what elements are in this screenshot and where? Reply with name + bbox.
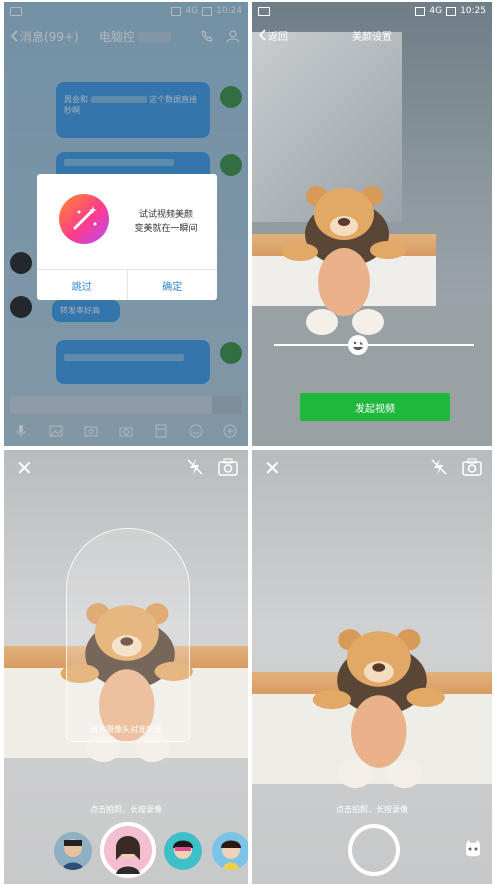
confirm-button[interactable]: 确定 xyxy=(128,270,218,300)
beauty-title: 美颜设置 xyxy=(352,31,392,43)
face-filter-preview xyxy=(116,836,140,874)
notification-icon xyxy=(258,6,270,16)
dialog-line-2: 变美就在一瞬间 xyxy=(134,224,198,234)
smiley-icon xyxy=(353,341,364,350)
shutter-button[interactable] xyxy=(348,824,400,876)
beauty-prompt-dialog: 试试视频美颜 变美就在一瞬间 跳过 确定 xyxy=(37,174,217,300)
filter-item[interactable] xyxy=(54,832,92,870)
capture-hint: 点击拍照，长按录像 xyxy=(336,805,408,814)
dialog-line-1: 试试视频美颜 xyxy=(138,210,193,220)
start-video-button[interactable]: 发起视频 xyxy=(300,393,450,421)
skip-button[interactable]: 跳过 xyxy=(37,270,128,300)
capture-hint: 点击拍照，长按录像 xyxy=(90,805,162,814)
close-icon[interactable]: ✕ xyxy=(16,458,33,478)
beauty-header: 美颜设置 返回 xyxy=(252,20,492,50)
magic-wand-icon xyxy=(59,194,109,244)
shutter-button[interactable] xyxy=(100,822,156,878)
filter-item[interactable] xyxy=(164,832,202,870)
filter-item[interactable] xyxy=(212,832,248,870)
flash-off-icon[interactable] xyxy=(186,458,204,476)
network-label: 4G xyxy=(429,6,443,16)
switch-camera-icon[interactable] xyxy=(462,458,482,476)
camera-toolbar: ✕ xyxy=(252,450,492,484)
close-icon[interactable]: ✕ xyxy=(264,458,281,478)
camera-toolbar: ✕ xyxy=(4,450,248,484)
switch-camera-icon[interactable] xyxy=(218,458,238,476)
flash-off-icon[interactable] xyxy=(430,458,448,476)
beauty-slider-track[interactable] xyxy=(274,344,474,346)
battery-icon xyxy=(446,6,457,16)
teddy-bear xyxy=(282,186,406,335)
chat-screen: 4G 10:24 消息(99+) 电脑控 周会和 这个数据直接秒啊 转发率好高 xyxy=(4,2,248,446)
teddy-bear xyxy=(312,629,445,789)
beauty-settings-screen: 4G 10:25 美颜设置 返回 发起视频 xyxy=(252,2,492,446)
face-filter-icon[interactable] xyxy=(462,838,484,860)
status-time: 10:25 xyxy=(460,6,486,16)
alarm-icon xyxy=(415,6,426,16)
camera-filter-screen: 请将摄像头对准脸部 ✕ 点击拍照，长按录像 xyxy=(4,450,248,884)
face-guide-frame xyxy=(66,528,190,742)
beauty-slider-knob[interactable] xyxy=(348,335,368,355)
face-filter-strip xyxy=(4,822,248,878)
status-bar: 4G 10:25 xyxy=(252,2,492,20)
face-hint: 请将摄像头对准脸部 xyxy=(90,725,162,734)
camera-screen: ✕ 点击拍照，长按录像 xyxy=(252,450,492,884)
